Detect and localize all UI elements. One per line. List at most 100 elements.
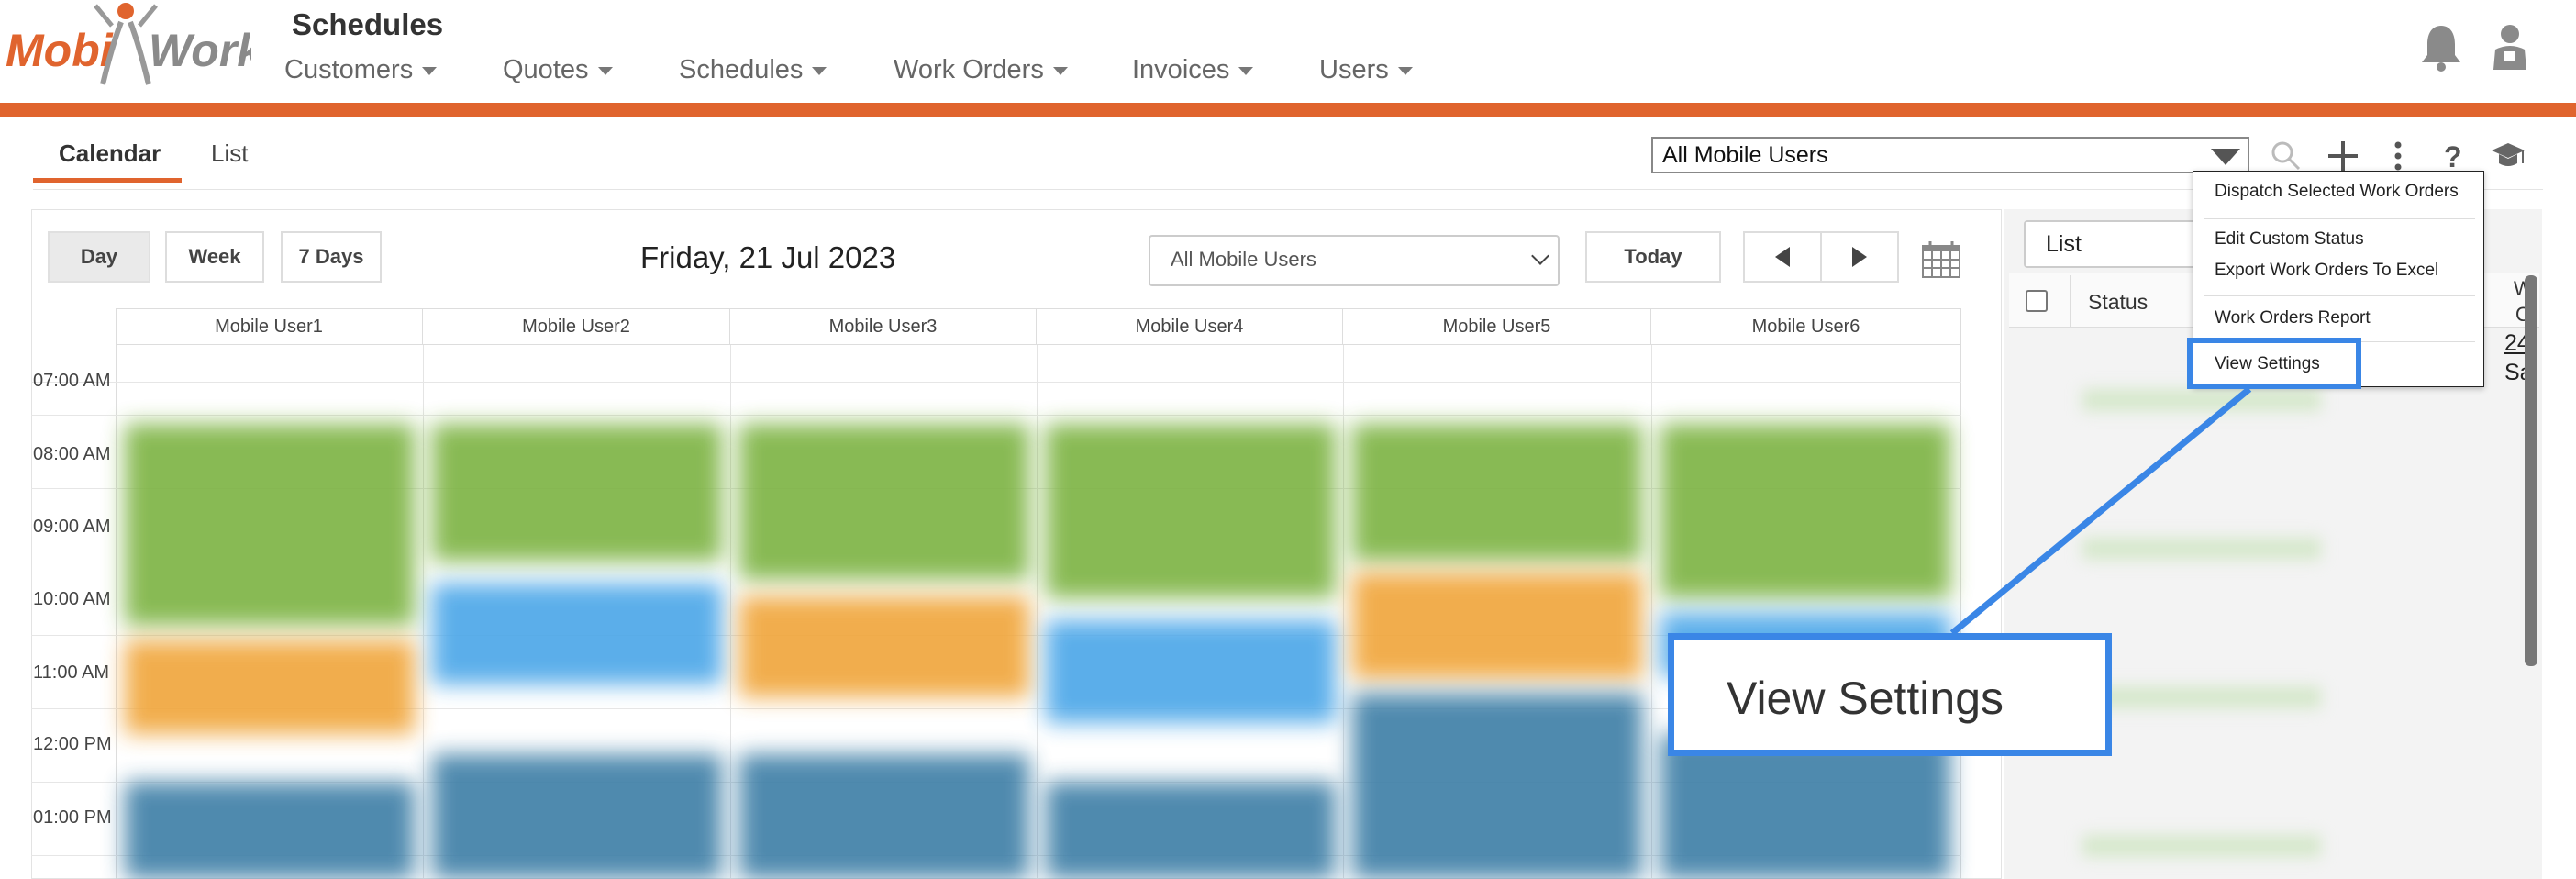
nav-invoices[interactable]: Invoices — [1132, 55, 1254, 85]
arrow-right-icon — [1852, 247, 1867, 267]
calendar-event[interactable] — [432, 584, 722, 684]
side-panel-scrollbar[interactable] — [2525, 275, 2537, 666]
grid-line — [116, 345, 117, 879]
time-label: 11:00 AM — [33, 662, 110, 683]
grid-line — [31, 382, 1961, 383]
column-header-user4: Mobile User4 — [1037, 308, 1343, 345]
more-vertical-icon[interactable] — [2387, 138, 2409, 174]
menu-item-export-excel[interactable]: Export Work Orders To Excel — [2215, 261, 2438, 281]
calendar-event[interactable] — [1046, 424, 1336, 598]
blurred-row — [2082, 686, 2321, 708]
tab-calendar[interactable]: Calendar — [59, 139, 161, 168]
column-header-user6: Mobile User6 — [1651, 308, 1961, 345]
search-icon[interactable] — [2270, 138, 2303, 174]
calendar-event[interactable] — [125, 782, 415, 879]
menu-separator — [2204, 218, 2475, 219]
help-icon[interactable]: ? — [2440, 138, 2468, 174]
caret-down-icon — [1397, 66, 1413, 75]
menu-item-dispatch-selected[interactable]: Dispatch Selected Work Orders — [2215, 182, 2459, 202]
grid-line — [1343, 345, 1344, 879]
calendar-event[interactable] — [1660, 424, 1950, 598]
menu-item-work-orders-report[interactable]: Work Orders Report — [2215, 308, 2371, 328]
status-column-header[interactable]: Status — [2088, 290, 2148, 315]
nav-label: Users — [1319, 55, 1389, 84]
logo-text-right: Work — [149, 25, 251, 76]
menu-item-edit-custom-status[interactable]: Edit Custom Status — [2215, 229, 2364, 250]
view-settings-highlight-box — [2187, 338, 2361, 389]
select-all-checkbox[interactable] — [2026, 290, 2048, 312]
tab-list[interactable]: List — [211, 139, 248, 168]
page-title: Schedules — [292, 7, 444, 41]
blurred-row — [2082, 538, 2321, 560]
calendar-icon[interactable] — [1921, 240, 1961, 279]
mobile-user-filter-value: All Mobile Users — [1662, 142, 1828, 168]
calendar-event[interactable] — [125, 640, 415, 734]
calendar-event[interactable] — [739, 754, 1029, 879]
graduation-cap-icon[interactable] — [2490, 138, 2526, 174]
arrow-left-icon — [1775, 247, 1790, 267]
nav-label: Work Orders — [894, 55, 1044, 84]
grid-line — [730, 345, 731, 879]
time-label: 10:00 AM — [33, 589, 111, 609]
time-label: 08:00 AM — [33, 444, 111, 464]
calendar-event[interactable] — [432, 424, 722, 562]
calendar-event[interactable] — [1352, 424, 1642, 562]
side-panel-view-value: List — [2046, 231, 2082, 257]
nav-label: Quotes — [503, 55, 589, 84]
calendar-event[interactable] — [1046, 782, 1336, 879]
calendar-event[interactable] — [739, 596, 1029, 697]
column-header-user1: Mobile User1 — [116, 308, 423, 345]
seven-days-view-button[interactable]: 7 Days — [281, 231, 382, 283]
calendar-event[interactable] — [739, 424, 1029, 580]
column-header-user2: Mobile User2 — [423, 308, 730, 345]
time-label: 01:00 PM — [33, 807, 112, 828]
nav-schedules[interactable]: Schedules — [679, 55, 827, 85]
column-header-user5: Mobile User5 — [1343, 308, 1651, 345]
nav-users[interactable]: Users — [1319, 55, 1413, 85]
previous-day-button[interactable] — [1743, 231, 1822, 283]
mobiwork-logo[interactable]: Mobi Work — [4, 0, 251, 92]
grid-line — [423, 345, 424, 879]
nav-label: Customers — [284, 55, 414, 84]
calendar-event[interactable] — [1352, 573, 1642, 679]
grid-line — [1651, 345, 1652, 879]
nav-work-orders[interactable]: Work Orders — [894, 55, 1068, 85]
time-label: 07:00 AM — [33, 371, 111, 391]
grid-line — [1037, 345, 1038, 879]
time-label: 12:00 PM — [33, 734, 112, 754]
time-label: 09:00 AM — [33, 517, 111, 537]
calendar-event[interactable] — [432, 754, 722, 879]
active-tab-indicator — [33, 178, 182, 183]
today-button[interactable]: Today — [1585, 231, 1721, 283]
grid-line — [1960, 308, 1961, 879]
column-header-user3: Mobile User3 — [730, 308, 1037, 345]
column-divider — [2070, 275, 2071, 327]
header-accent-bar — [0, 103, 2576, 117]
nav-label: Schedules — [679, 55, 804, 84]
svg-text:?: ? — [2444, 140, 2462, 173]
blurred-row — [2082, 389, 2321, 411]
calendar-event[interactable] — [1352, 694, 1642, 879]
calendar-user-select-value: All Mobile Users — [1171, 248, 1316, 271]
next-day-button[interactable] — [1820, 231, 1899, 283]
calendar-date-label: Friday, 21 Jul 2023 — [640, 240, 896, 274]
calendar-event[interactable] — [125, 424, 415, 626]
plus-icon[interactable] — [2326, 138, 2359, 174]
bell-icon[interactable] — [2420, 22, 2462, 72]
caret-down-icon — [1052, 66, 1068, 75]
logo-text-left: Mobi — [6, 25, 114, 76]
caret-down-icon — [812, 66, 827, 75]
nav-quotes[interactable]: Quotes — [503, 55, 613, 85]
caret-down-icon — [422, 66, 438, 75]
tabs-divider — [33, 189, 2543, 190]
user-icon[interactable] — [2492, 24, 2528, 72]
caret-down-icon — [2211, 149, 2240, 165]
week-view-button[interactable]: Week — [165, 231, 264, 283]
grid-line — [31, 415, 1961, 416]
calendar-event[interactable] — [1046, 620, 1336, 723]
day-view-button[interactable]: Day — [48, 231, 150, 283]
callout-text: View Settings — [1727, 673, 2004, 724]
blurred-row — [2082, 835, 2321, 857]
nav-customers[interactable]: Customers — [284, 55, 438, 85]
caret-down-icon — [1238, 66, 1254, 75]
